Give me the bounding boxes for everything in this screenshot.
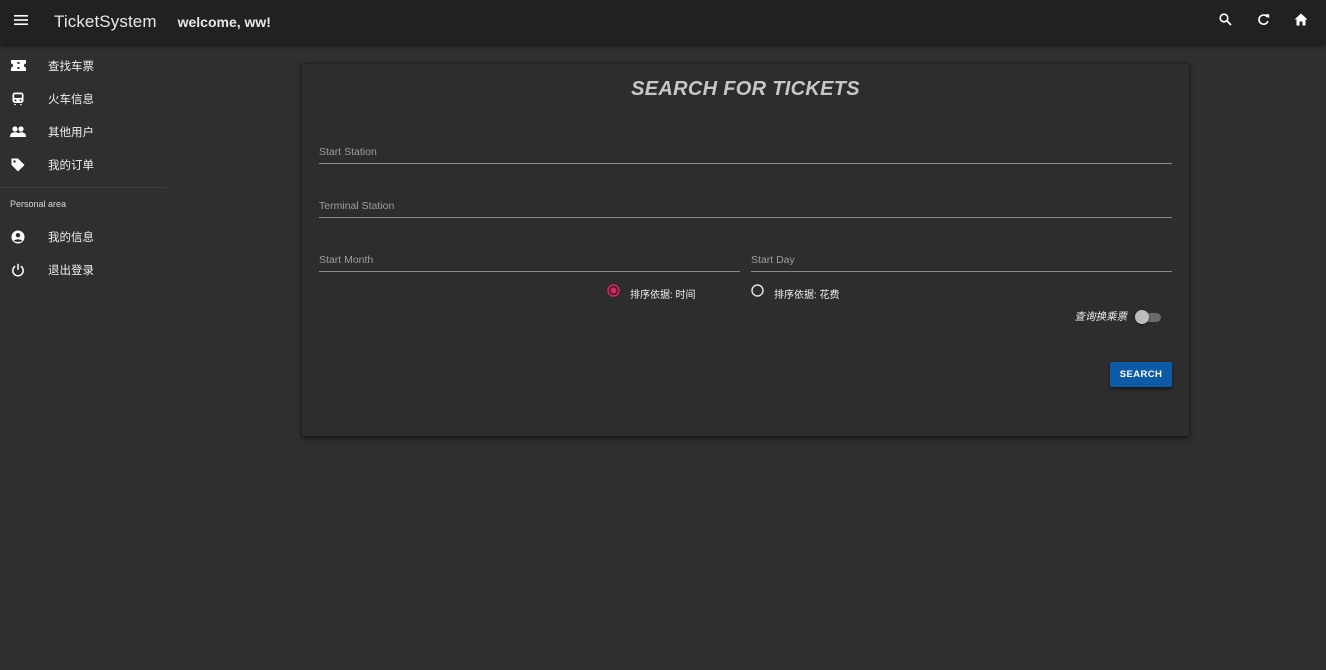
start-month-input[interactable]: Start Month <box>319 242 740 272</box>
sort-by-time-label: 排序依据: 时间 <box>630 289 696 301</box>
sidebar-section-header: Personal area <box>10 199 67 209</box>
start-day-placeholder: Start Day <box>751 254 795 266</box>
terminal-station-input[interactable]: Terminal Station <box>319 188 1172 218</box>
terminal-station-placeholder: Terminal Station <box>319 200 395 212</box>
start-day-input[interactable]: Start Day <box>751 242 1172 272</box>
menu-icon <box>14 13 28 31</box>
search-button[interactable] <box>1206 0 1244 44</box>
refresh-button[interactable] <box>1244 0 1282 44</box>
sidebar: 查找车票 火车信息 其他用户 我的订单 Personal area 我的信息 退… <box>0 44 166 670</box>
refresh-icon <box>1257 13 1270 31</box>
transfer-toggle-label: 查询换乘票 <box>1074 311 1128 323</box>
switch-thumb <box>1135 309 1149 324</box>
home-button[interactable] <box>1282 0 1320 44</box>
search-submit-button[interactable]: SEARCH <box>1110 362 1172 387</box>
sort-by-cost-label: 排序依据: 花费 <box>774 289 840 301</box>
sidebar-item-label: 查找车票 <box>48 60 94 73</box>
welcome-text: welcome, ww! <box>177 14 271 30</box>
sidebar-item-my-orders[interactable]: 我的订单 <box>0 148 166 181</box>
radio-unchecked-icon <box>751 284 764 302</box>
sidebar-item-label: 其他用户 <box>48 126 94 139</box>
sidebar-item-label: 我的订单 <box>48 159 94 172</box>
sidebar-item-logout[interactable]: 退出登录 <box>0 253 166 286</box>
ticket-icon <box>0 60 36 71</box>
radio-checked-icon <box>607 284 620 302</box>
power-icon <box>0 263 36 277</box>
sidebar-item-other-users[interactable]: 其他用户 <box>0 115 166 148</box>
sidebar-item-label: 退出登录 <box>48 264 94 277</box>
sidebar-item-label: 火车信息 <box>48 93 94 106</box>
tag-icon <box>0 158 36 172</box>
page-title: SEARCH FOR TICKETS <box>631 78 860 100</box>
transfer-toggle-row: 查询换乘票 <box>1075 309 1164 324</box>
account-circle-icon <box>0 230 36 244</box>
sort-by-time-radio[interactable]: 排序依据: 时间 <box>607 284 696 302</box>
transfer-toggle-switch[interactable] <box>1135 309 1163 324</box>
app-bar: TicketSystem welcome, ww! <box>0 0 1326 44</box>
start-station-input[interactable]: Start Station <box>319 134 1172 164</box>
search-icon <box>1218 13 1232 31</box>
home-icon <box>1294 13 1308 31</box>
train-icon <box>0 92 36 106</box>
sidebar-item-train-info[interactable]: 火车信息 <box>0 82 166 115</box>
sort-by-cost-radio[interactable]: 排序依据: 花费 <box>751 284 840 302</box>
start-station-placeholder: Start Station <box>319 146 377 158</box>
sidebar-item-my-info[interactable]: 我的信息 <box>0 220 166 253</box>
people-icon <box>0 126 36 137</box>
sidebar-item-find-tickets[interactable]: 查找车票 <box>0 49 166 82</box>
sidebar-item-label: 我的信息 <box>48 231 94 244</box>
app-title: TicketSystem <box>54 12 157 31</box>
search-card: SEARCH FOR TICKETS Start Station Termina… <box>302 64 1189 436</box>
menu-button[interactable] <box>0 0 42 44</box>
start-month-placeholder: Start Month <box>319 254 374 266</box>
